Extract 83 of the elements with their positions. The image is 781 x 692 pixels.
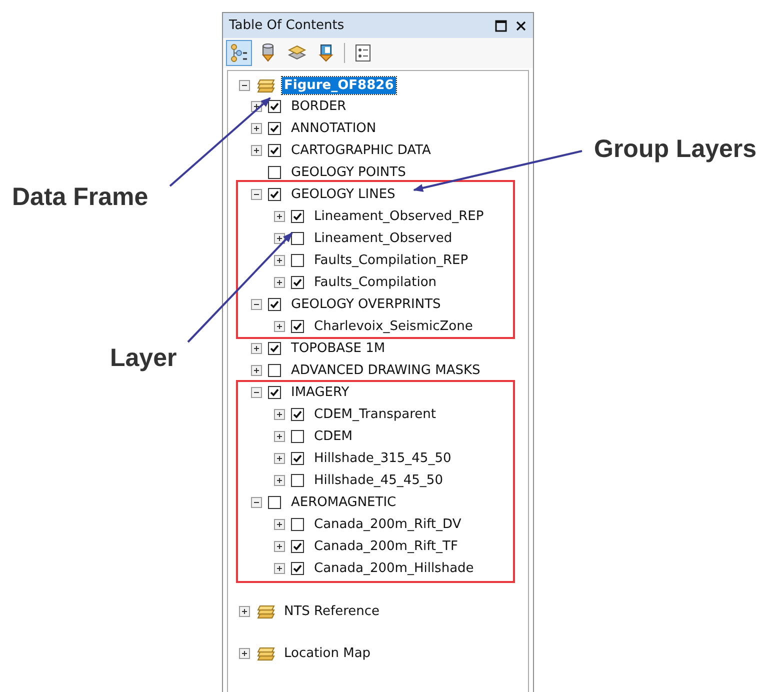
collapse-icon[interactable] [251, 386, 262, 398]
layers-icon [256, 603, 276, 619]
layer-name[interactable]: Charlevoix_SeismicZone [314, 318, 473, 334]
layer-name[interactable]: TOPOBASE 1M [291, 340, 386, 356]
expand-icon[interactable] [274, 562, 285, 574]
expand-icon[interactable] [251, 342, 262, 354]
checkbox[interactable] [268, 342, 281, 354]
layer-name[interactable]: Lineament_Observed_REP [314, 208, 484, 224]
expand-icon[interactable] [274, 210, 285, 222]
expand-icon[interactable] [274, 474, 285, 486]
layer-name[interactable]: Hillshade_45_45_50 [314, 472, 443, 488]
checkbox[interactable] [268, 188, 281, 200]
layer-name[interactable]: Canada_200m_Rift_TF [314, 538, 458, 554]
expand-icon[interactable] [239, 606, 250, 616]
expand-icon[interactable] [251, 364, 262, 376]
checkbox[interactable] [291, 232, 304, 244]
expand-icon[interactable] [274, 276, 285, 288]
expand-icon[interactable] [274, 408, 285, 420]
checkbox[interactable] [291, 210, 304, 222]
options-icon [353, 43, 373, 63]
layer-name[interactable]: Canada_200m_Hillshade [314, 560, 474, 576]
expand-icon[interactable] [274, 452, 285, 464]
collapse-icon[interactable] [251, 188, 262, 200]
toolbar-button[interactable] [226, 40, 252, 66]
panel-title: Table Of Contents [229, 18, 346, 33]
layer-name[interactable]: CARTOGRAPHIC DATA [291, 142, 431, 158]
checkbox[interactable] [268, 122, 281, 134]
maximize-icon[interactable] [495, 20, 507, 32]
expand-icon[interactable] [251, 122, 262, 134]
collapse-icon[interactable] [251, 298, 262, 310]
checkbox[interactable] [268, 100, 281, 112]
expand-icon[interactable] [274, 254, 285, 266]
layers-icon [256, 77, 276, 93]
layer-name[interactable]: Faults_Compilation [314, 274, 437, 290]
expand-icon[interactable] [274, 430, 285, 442]
layer-name[interactable]: AEROMAGNETIC [291, 494, 396, 510]
checkbox[interactable] [291, 562, 304, 574]
expand-icon[interactable] [274, 232, 285, 244]
checkbox[interactable] [268, 364, 281, 376]
layer-name[interactable]: GEOLOGY OVERPRINTS [291, 296, 441, 312]
layer-name[interactable]: ANNOTATION [291, 120, 376, 136]
checkbox[interactable] [291, 276, 304, 288]
collapse-icon[interactable] [239, 80, 250, 90]
checkbox[interactable] [268, 144, 281, 156]
tree-icon [229, 43, 249, 63]
checkbox[interactable] [291, 518, 304, 530]
layer-name[interactable]: Hillshade_315_45_50 [314, 450, 452, 466]
layer-name[interactable]: CDEM_Transparent [314, 406, 436, 422]
checkbox[interactable] [268, 496, 281, 508]
layer-name[interactable]: Faults_Compilation_REP [314, 252, 468, 268]
data-frame-name[interactable]: Figure_OF8826 [282, 76, 396, 94]
layer-name[interactable]: GEOLOGY LINES [291, 186, 396, 202]
callout-label: Layer [110, 344, 177, 373]
data-frame-name[interactable]: Location Map [282, 644, 373, 662]
callout-label: Group Layers [594, 135, 757, 164]
layer-name[interactable]: GEOLOGY POINTS [291, 164, 406, 180]
layer-name[interactable]: BORDER [291, 98, 346, 114]
checkbox[interactable] [291, 430, 304, 442]
expand-icon[interactable] [239, 648, 250, 658]
data-frame-name[interactable]: NTS Reference [282, 602, 382, 620]
expand-icon[interactable] [274, 518, 285, 530]
callout-label: Data Frame [12, 183, 148, 212]
layer-name[interactable]: ADVANCED DRAWING MASKS [291, 362, 480, 378]
checkbox[interactable] [268, 298, 281, 310]
layer-name[interactable]: Canada_200m_Rift_DV [314, 516, 462, 532]
expand-icon[interactable] [274, 540, 285, 552]
collapse-icon[interactable] [251, 496, 262, 508]
checkbox[interactable] [291, 474, 304, 486]
close-icon[interactable] [515, 20, 527, 32]
checkbox[interactable] [268, 386, 281, 398]
checkbox[interactable] [291, 452, 304, 464]
expand-icon[interactable] [251, 144, 262, 156]
expand-icon[interactable] [274, 320, 285, 332]
checkbox[interactable] [291, 408, 304, 420]
layer-name[interactable]: IMAGERY [291, 384, 350, 400]
selection-icon [316, 43, 336, 63]
checkbox[interactable] [268, 166, 281, 178]
layer-name[interactable]: Lineament_Observed [314, 230, 452, 246]
checkbox[interactable] [291, 540, 304, 552]
layer-name[interactable]: CDEM [314, 428, 353, 444]
checkbox[interactable] [291, 320, 304, 332]
checkbox[interactable] [291, 254, 304, 266]
layers-icon [256, 645, 276, 661]
